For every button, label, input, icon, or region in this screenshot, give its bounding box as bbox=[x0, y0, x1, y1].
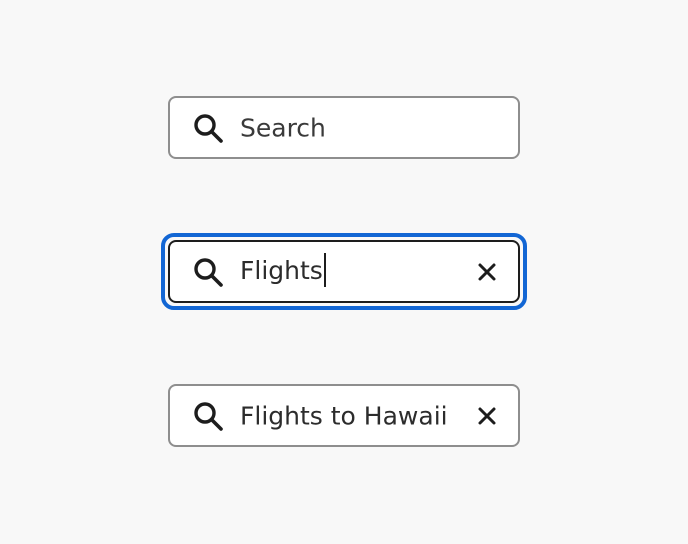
search-field-states: Search Flights Flights to Hawaii bbox=[0, 0, 688, 544]
search-icon bbox=[194, 257, 223, 287]
search-placeholder: Search bbox=[240, 113, 326, 142]
search-field-empty: Search bbox=[168, 96, 520, 159]
search-value-container: Flights bbox=[240, 252, 326, 289]
text-caret bbox=[323, 252, 326, 287]
search-icon bbox=[194, 113, 223, 143]
search-icon bbox=[194, 401, 223, 431]
search-field-filled: Flights to Hawaii bbox=[168, 384, 520, 447]
search-value: Flights bbox=[240, 255, 323, 285]
search-input-empty[interactable]: Search bbox=[168, 96, 520, 159]
search-value: Flights to Hawaii bbox=[240, 401, 448, 430]
clear-icon[interactable] bbox=[476, 261, 498, 283]
search-input-filled[interactable]: Flights to Hawaii bbox=[168, 384, 520, 447]
search-input-focused[interactable]: Flights bbox=[168, 240, 520, 303]
search-field-focused: Flights bbox=[161, 233, 527, 310]
clear-icon[interactable] bbox=[476, 405, 498, 427]
